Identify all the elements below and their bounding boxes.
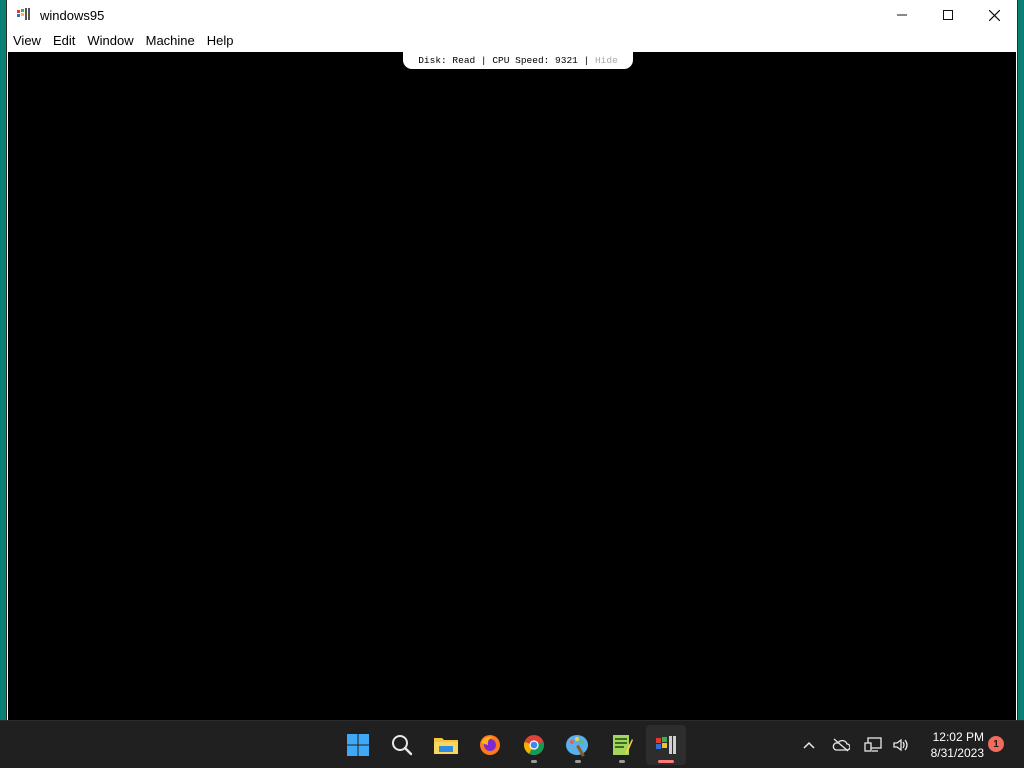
running-indicator bbox=[619, 760, 625, 763]
chrome-button[interactable] bbox=[514, 725, 554, 765]
menu-bar: View Edit Window Machine Help bbox=[7, 30, 1017, 52]
menu-machine[interactable]: Machine bbox=[140, 30, 201, 52]
clock-time: 12:02 PM bbox=[932, 730, 984, 744]
hide-status-link[interactable]: Hide bbox=[595, 55, 618, 66]
folder-icon bbox=[434, 738, 458, 754]
firefox-icon bbox=[480, 735, 500, 755]
windows-start-icon bbox=[347, 734, 369, 756]
title-bar[interactable]: windows95 bbox=[7, 0, 1017, 30]
search-button[interactable] bbox=[382, 725, 422, 765]
running-indicator bbox=[531, 760, 537, 763]
show-hidden-icons-button[interactable] bbox=[795, 731, 823, 759]
close-icon bbox=[988, 9, 1000, 21]
clock[interactable]: 12:02 PM 8/31/2023 bbox=[908, 729, 984, 761]
window-title: windows95 bbox=[40, 7, 105, 23]
firefox-button[interactable] bbox=[470, 725, 510, 765]
system-tray bbox=[795, 721, 915, 768]
windows95-app-icon bbox=[16, 7, 32, 23]
menu-edit[interactable]: Edit bbox=[47, 30, 81, 52]
status-separator: | bbox=[475, 55, 493, 66]
notepad-plus-button[interactable] bbox=[602, 725, 642, 765]
chevron-up-icon bbox=[803, 741, 815, 749]
taskbar: 12:02 PM 8/31/2023 bbox=[0, 720, 1024, 768]
minimize-button[interactable] bbox=[879, 0, 925, 30]
menu-window[interactable]: Window bbox=[81, 30, 139, 52]
paint-button[interactable] bbox=[558, 725, 598, 765]
running-indicator bbox=[575, 760, 581, 763]
minimize-icon bbox=[897, 14, 907, 16]
paint-icon bbox=[566, 735, 588, 757]
emulator-screen[interactable]: Disk: Read | CPU Speed: 9321 | Hide bbox=[8, 52, 1016, 720]
onedrive-icon bbox=[832, 738, 850, 752]
window-controls bbox=[879, 0, 1017, 30]
active-indicator bbox=[658, 760, 674, 763]
chrome-icon bbox=[524, 735, 544, 756]
windows95-taskbar-button[interactable] bbox=[646, 725, 686, 765]
status-bar: Disk: Read | CPU Speed: 9321 | Hide bbox=[403, 52, 633, 69]
app-window: windows95 View Edit Window Machine Help … bbox=[7, 0, 1017, 720]
maximize-button[interactable] bbox=[925, 0, 971, 30]
onedrive-button[interactable] bbox=[827, 731, 855, 759]
menu-help[interactable]: Help bbox=[201, 30, 240, 52]
status-separator-2: | bbox=[577, 55, 595, 66]
cpu-speed: CPU Speed: 9321 bbox=[492, 55, 578, 66]
start-button[interactable] bbox=[338, 725, 378, 765]
disk-status: Disk: Read bbox=[418, 55, 476, 66]
close-button[interactable] bbox=[971, 0, 1017, 30]
notification-badge[interactable]: 1 bbox=[988, 736, 1004, 752]
network-button[interactable] bbox=[859, 731, 887, 759]
search-icon bbox=[392, 735, 413, 756]
menu-view[interactable]: View bbox=[7, 30, 47, 52]
file-explorer-button[interactable] bbox=[426, 725, 466, 765]
notepad-icon bbox=[613, 735, 633, 755]
maximize-icon bbox=[943, 10, 953, 20]
windows95-icon bbox=[656, 736, 676, 754]
clock-date: 8/31/2023 bbox=[930, 746, 984, 760]
network-icon bbox=[864, 737, 882, 752]
